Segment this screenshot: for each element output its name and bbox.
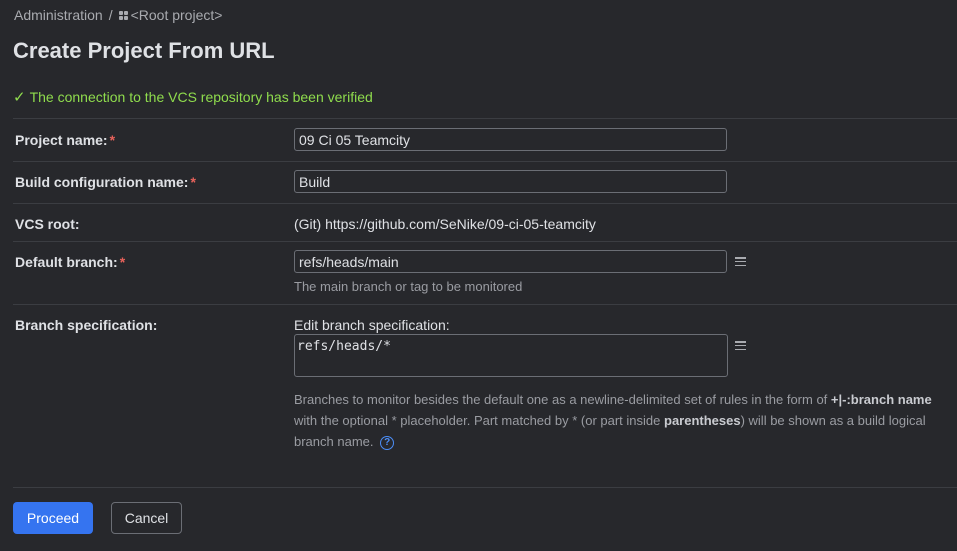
vcs-root-label: VCS root: bbox=[15, 216, 80, 232]
project-name-input[interactable]: 09 Ci 05 Teamcity bbox=[294, 128, 727, 151]
required-marker: * bbox=[109, 132, 116, 148]
breadcrumb-root-project[interactable]: <Root project> bbox=[131, 7, 223, 23]
default-branch-hint: The main branch or tag to be monitored bbox=[294, 279, 523, 294]
list-icon[interactable] bbox=[735, 341, 746, 350]
project-grid-icon bbox=[118, 10, 128, 20]
divider bbox=[13, 203, 957, 204]
status-message: ✓ The connection to the VCS repository h… bbox=[13, 88, 373, 106]
default-branch-label: Default branch: * bbox=[15, 254, 126, 270]
build-config-name-label: Build configuration name: * bbox=[15, 174, 196, 190]
build-config-name-input[interactable]: Build bbox=[294, 170, 727, 193]
default-branch-input[interactable]: refs/heads/main bbox=[294, 250, 727, 273]
divider bbox=[13, 161, 957, 162]
page: Administration / <Root project> Create P… bbox=[0, 0, 957, 551]
breadcrumb-administration[interactable]: Administration bbox=[14, 7, 103, 23]
edit-branch-spec-label: Edit branch specification: bbox=[294, 317, 450, 333]
cancel-button[interactable]: Cancel bbox=[111, 502, 182, 534]
branch-spec-textarea[interactable]: refs/heads/* bbox=[294, 334, 728, 377]
required-marker: * bbox=[190, 174, 196, 190]
divider bbox=[13, 304, 957, 305]
branch-spec-label: Branch specification: bbox=[15, 317, 158, 333]
breadcrumb: Administration / <Root project> bbox=[14, 7, 222, 23]
required-marker: * bbox=[119, 254, 126, 270]
proceed-button[interactable]: Proceed bbox=[13, 502, 93, 534]
divider bbox=[13, 487, 957, 488]
list-icon[interactable] bbox=[735, 257, 746, 266]
vcs-root-value: (Git) https://github.com/SeNike/09-ci-05… bbox=[294, 216, 596, 232]
check-icon: ✓ bbox=[13, 89, 26, 106]
divider bbox=[13, 241, 957, 242]
divider bbox=[13, 118, 957, 119]
project-name-label: Project name: * bbox=[15, 132, 116, 148]
page-title: Create Project From URL bbox=[13, 38, 275, 63]
help-icon[interactable]: ? bbox=[380, 435, 395, 450]
branch-spec-description: Branches to monitor besides the default … bbox=[294, 392, 932, 450]
breadcrumb-separator: / bbox=[108, 7, 113, 23]
status-message-text: The connection to the VCS repository has… bbox=[29, 89, 373, 105]
